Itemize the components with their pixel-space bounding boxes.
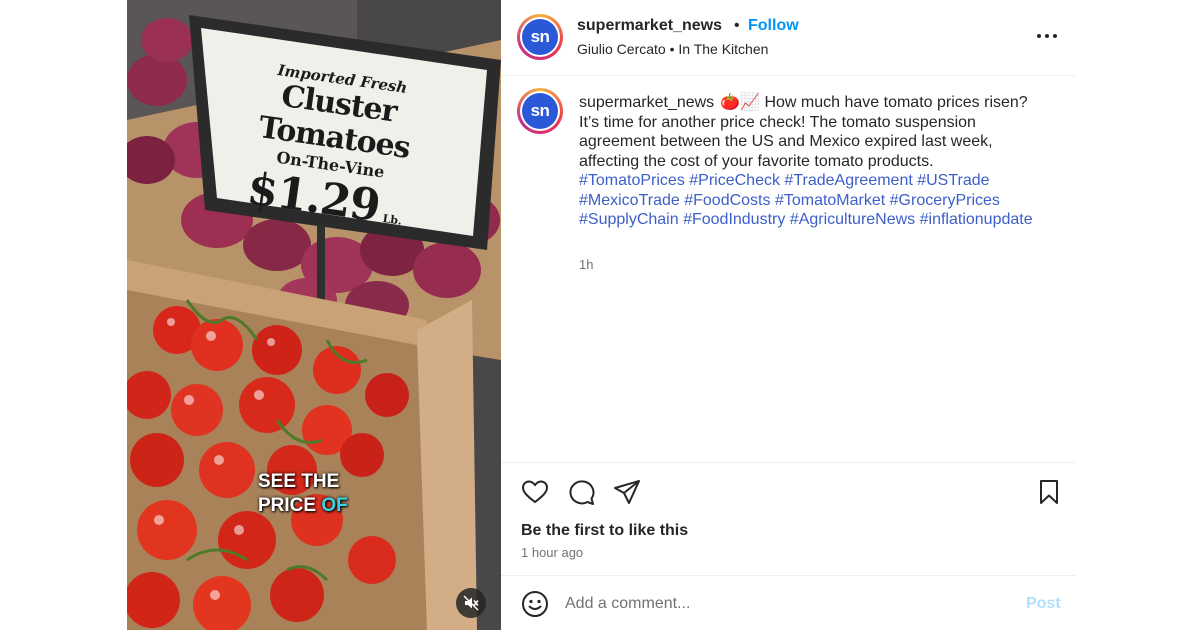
smiley-icon[interactable] (520, 589, 550, 619)
comment-bar: Post (501, 575, 1076, 630)
post-media[interactable]: Imported Fresh Cluster Tomatoes On-The-V… (127, 0, 501, 630)
header-subline[interactable]: Giulio Cercato • In The Kitchen (577, 41, 768, 57)
avatar[interactable]: sn (517, 14, 563, 60)
post-comment-button[interactable]: Post (1026, 595, 1061, 613)
bookmark-icon[interactable] (1034, 477, 1064, 507)
overlay-line-2b: OF (321, 495, 348, 516)
post-panel: sn supermarket_news • Follow Giulio Cerc… (501, 0, 1076, 630)
posted-time: 1 hour ago (521, 545, 584, 560)
likes-text[interactable]: Be the first to like this (521, 522, 688, 540)
follow-button[interactable]: Follow (748, 17, 799, 35)
caption-avatar[interactable]: sn (517, 88, 563, 134)
heart-icon[interactable] (520, 477, 550, 507)
action-bar: Be the first to like this 1 hour ago (501, 462, 1076, 575)
more-dots-icon[interactable] (1032, 26, 1062, 46)
speaker-muted-icon (463, 595, 479, 611)
caption-hashtags[interactable]: #TomatoPrices #PriceCheck #TradeAgreemen… (579, 172, 1033, 228)
caption-username[interactable]: supermarket_news (579, 94, 714, 111)
post-caption: supermarket_news 🍅📈 How much have tomato … (579, 93, 1049, 230)
caption-avatar-logo: sn (522, 93, 558, 129)
post-caption-section: sn supermarket_news 🍅📈 How much have toma… (501, 76, 1076, 462)
header-username[interactable]: supermarket_news (577, 17, 722, 35)
avatar-logo: sn (522, 19, 558, 55)
post-header: sn supermarket_news • Follow Giulio Cerc… (501, 0, 1076, 76)
header-separator: • (734, 17, 740, 34)
mute-button[interactable] (456, 588, 486, 618)
caption-time[interactable]: 1h (579, 257, 593, 272)
overlay-line-2a: PRICE (258, 495, 322, 516)
sign-unit: Lb. (381, 212, 403, 228)
overlay-line-2: PRICE OF (258, 494, 368, 518)
paper-plane-icon[interactable] (612, 477, 642, 507)
comment-input[interactable] (565, 592, 1005, 616)
comment-bubble-icon[interactable] (566, 477, 596, 507)
overlay-line-1: SEE THE (258, 471, 340, 492)
video-caption-overlay: SEE THE PRICE OF (258, 470, 368, 518)
